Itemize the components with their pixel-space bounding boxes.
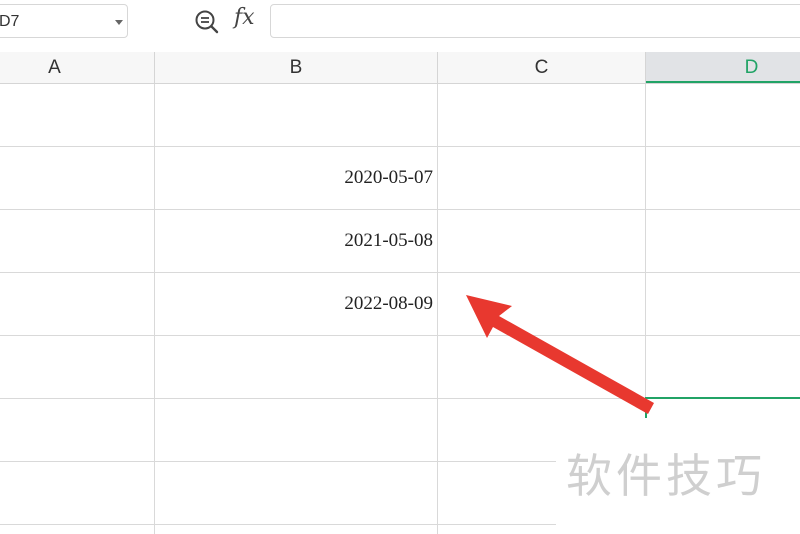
cell-b2[interactable]: 2020-05-07 [155, 147, 433, 209]
grid-line [0, 335, 800, 336]
column-header-a[interactable]: A [0, 52, 155, 83]
cell-b3[interactable]: 2021-05-08 [155, 210, 433, 272]
cell-b4[interactable]: 2022-08-09 [155, 273, 433, 335]
chevron-down-icon[interactable] [115, 20, 123, 25]
name-box[interactable]: D7 [0, 4, 128, 38]
column-header-d[interactable]: D [646, 52, 800, 83]
formula-input[interactable] [270, 4, 800, 38]
watermark-text: 软件技巧 [566, 449, 766, 503]
formula-bar: D7 fx [0, 0, 800, 52]
name-box-value: D7 [0, 13, 20, 30]
spreadsheet-window: D7 fx A B C D 2020-05-07 2021-05-08 2022… [0, 0, 800, 534]
column-header-c[interactable]: C [438, 52, 646, 83]
column-header-b[interactable]: B [155, 52, 438, 83]
column-header: A B C D [0, 52, 800, 84]
grid-line [437, 84, 438, 534]
zoom-out-icon[interactable] [194, 9, 220, 35]
fx-icon[interactable]: fx [234, 5, 255, 30]
